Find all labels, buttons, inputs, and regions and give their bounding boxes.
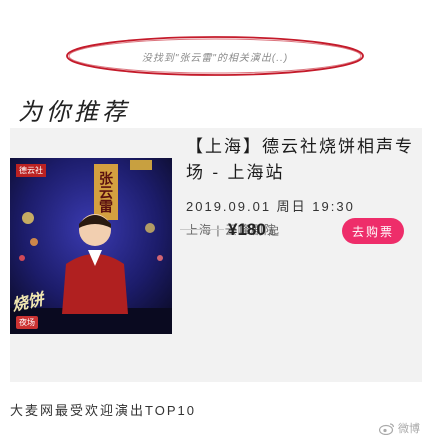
search-result-pill: 没找到"张云雷"的相关演出(..) (64, 34, 366, 78)
weibo-icon (379, 422, 395, 435)
event-title[interactable]: 【上海】德云社烧饼相声专场 - 上海站 (186, 134, 416, 186)
event-poster[interactable]: 德云社 张云雷 烧饼 夜场 (10, 158, 172, 334)
poster-badge: 夜场 (16, 316, 38, 329)
watermark-text: 微博 (398, 423, 420, 435)
section-title: 为你推荐 (18, 98, 130, 126)
event-date: 2019.09.01 周日 19:30 (186, 199, 355, 214)
buy-ticket-button[interactable]: 去购票 (342, 218, 404, 244)
search-empty-message: 没找到"张云雷"的相关演出(..) (141, 52, 289, 64)
poster-brand-icon (130, 160, 152, 170)
event-price: ¥180 起 (228, 220, 279, 240)
weibo-watermark: 微博 (379, 420, 420, 436)
price-divider (180, 229, 224, 230)
price-suffix: 起 (268, 227, 279, 238)
top10-link[interactable]: 大麦网最受欢迎演出TOP10 (10, 400, 196, 419)
poster-tag: 德云社 (16, 164, 46, 177)
price-value: ¥180 (228, 220, 266, 239)
